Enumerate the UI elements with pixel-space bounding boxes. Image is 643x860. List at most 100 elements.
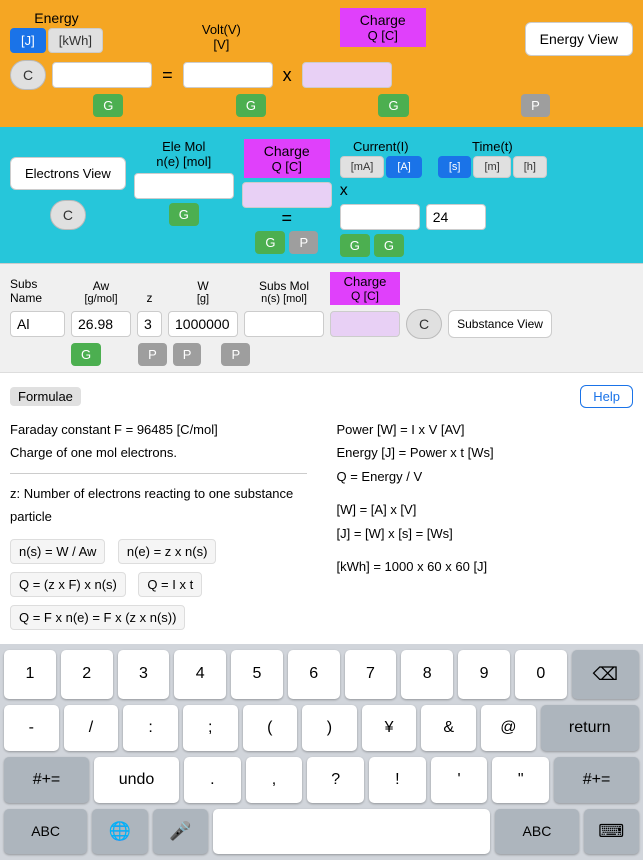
time-h-btn[interactable]: [h] — [513, 156, 547, 178]
subs-p2-button[interactable]: P — [173, 343, 202, 366]
subs-charge-input[interactable] — [330, 311, 400, 337]
keyboard-icon-button[interactable]: ⌨ — [584, 809, 639, 854]
subs-name-header: Subs Name — [10, 277, 42, 305]
current-ma-btn[interactable]: [mA] — [340, 156, 385, 178]
key-at[interactable]: @ — [481, 705, 536, 751]
electrons-view-button[interactable]: Electrons View — [10, 157, 126, 190]
time-input[interactable] — [426, 204, 486, 230]
charge-unit: Q [C] — [360, 28, 406, 43]
electrons-section: Electrons View C Ele Mol n(e) [mol] G Ch… — [0, 127, 643, 263]
energy-g2-button[interactable]: G — [236, 94, 266, 117]
formulae-section: Formulae Help Faraday constant F = 96485… — [0, 372, 643, 644]
subs-g-button[interactable]: G — [71, 343, 101, 366]
electrons-right-g2-button[interactable]: G — [374, 234, 404, 257]
right-formula4: [W] = [A] x [V] — [337, 498, 634, 521]
key-9[interactable]: 9 — [458, 650, 510, 699]
energy-view-button[interactable]: Energy View — [525, 22, 633, 56]
hash-plus-equal-left[interactable]: #+= — [4, 757, 89, 803]
current-input[interactable] — [340, 204, 420, 230]
key-undo[interactable]: undo — [94, 757, 179, 803]
electrons-charge-input[interactable] — [242, 182, 332, 208]
energy-g3-button[interactable]: G — [378, 94, 408, 117]
globe-button[interactable]: 🌐 — [92, 809, 147, 854]
key-4[interactable]: 4 — [174, 650, 226, 699]
subs-p3-button[interactable]: P — [221, 343, 250, 366]
hash-plus-equal-right[interactable]: #+= — [554, 757, 639, 803]
substance-c-button[interactable]: C — [406, 309, 442, 339]
charge-p-button[interactable]: P — [289, 231, 318, 254]
formulae-title: Formulae — [10, 387, 81, 406]
energy-input-3[interactable] — [302, 62, 392, 88]
substance-view-button[interactable]: Substance View — [448, 310, 552, 338]
help-button[interactable]: Help — [580, 385, 633, 408]
key-yen[interactable]: ¥ — [362, 705, 417, 751]
key-slash[interactable]: / — [64, 705, 119, 751]
electrons-right-g-button[interactable]: G — [340, 234, 370, 257]
formulae-right: Power [W] = I x V [AV] Energy [J] = Powe… — [317, 418, 634, 632]
volt-label: Volt(V) — [202, 22, 241, 37]
key-semicolon[interactable]: ; — [183, 705, 238, 751]
aw-header: Aw — [71, 279, 131, 293]
subs-name-input[interactable] — [10, 311, 65, 337]
key-exclaim[interactable]: ! — [369, 757, 426, 803]
space-bar[interactable] — [213, 809, 490, 854]
subs-mol-input[interactable] — [244, 311, 324, 337]
ele-mol-input[interactable] — [134, 173, 234, 199]
subs-mol-header: Subs Mol — [244, 279, 324, 293]
key-0[interactable]: 0 — [515, 650, 567, 699]
time-m-btn[interactable]: [m] — [473, 156, 510, 178]
return-key[interactable]: return — [541, 705, 639, 751]
key-minus[interactable]: - — [4, 705, 59, 751]
energy-g1-button[interactable]: G — [93, 94, 123, 117]
w-input[interactable] — [168, 311, 238, 337]
energy-c-button[interactable]: C — [10, 60, 46, 90]
unit-j-btn[interactable]: [J] — [10, 28, 46, 53]
ele-mol-label: Ele Mol — [162, 139, 205, 154]
key-ampersand[interactable]: & — [421, 705, 476, 751]
delete-key[interactable]: ⌫ — [572, 650, 639, 699]
key-6[interactable]: 6 — [288, 650, 340, 699]
subs-p1-button[interactable]: P — [138, 343, 167, 366]
current-label: Current(I) — [353, 139, 409, 154]
substance-section: Subs Name Aw [g/mol] z W [g] Subs Mol n(… — [0, 263, 643, 372]
right-formula3: Q = Energy / V — [337, 465, 634, 488]
key-8[interactable]: 8 — [401, 650, 453, 699]
formula4: Q = I x t — [138, 572, 202, 597]
electrons-eq-sign: = — [281, 208, 292, 229]
key-3[interactable]: 3 — [118, 650, 170, 699]
abc-right-button[interactable]: ABC — [495, 809, 578, 854]
ele-mol-g-button[interactable]: G — [169, 203, 199, 226]
energy-section: Energy [J] [kWh] Volt(V) [V] Charge Q [C… — [0, 0, 643, 127]
key-1[interactable]: 1 — [4, 650, 56, 699]
formulae-left: Faraday constant F = 96485 [C/mol] Charg… — [10, 418, 307, 632]
time-s-btn[interactable]: [s] — [438, 156, 472, 178]
energy-p-button[interactable]: P — [521, 94, 550, 117]
key-comma[interactable]: , — [246, 757, 303, 803]
z-description: z: Number of electrons reacting to one s… — [10, 482, 307, 529]
keyboard-row1: 1 2 3 4 5 6 7 8 9 0 ⌫ — [4, 650, 639, 699]
charge-g-button[interactable]: G — [255, 231, 285, 254]
subs-mol-unit-header: n(s) [mol] — [244, 293, 324, 305]
mic-button[interactable]: 🎤 — [153, 809, 208, 854]
z-input[interactable] — [137, 311, 162, 337]
electrons-charge-label: Charge — [264, 143, 310, 159]
volt-unit: [V] — [213, 37, 229, 52]
unit-kwh-btn[interactable]: [kWh] — [48, 28, 103, 53]
current-a-btn[interactable]: [A] — [386, 156, 421, 178]
key-question[interactable]: ? — [307, 757, 364, 803]
key-2[interactable]: 2 — [61, 650, 113, 699]
key-5[interactable]: 5 — [231, 650, 283, 699]
energy-input-1[interactable] — [52, 62, 152, 88]
key-open-paren[interactable]: ( — [243, 705, 298, 751]
key-period[interactable]: . — [184, 757, 241, 803]
energy-input-2[interactable] — [183, 62, 273, 88]
key-quote[interactable]: " — [492, 757, 549, 803]
key-apostrophe[interactable]: ' — [431, 757, 488, 803]
key-close-paren[interactable]: ) — [302, 705, 357, 751]
abc-left-button[interactable]: ABC — [4, 809, 87, 854]
electrons-charge-header: Charge Q [C] — [244, 139, 330, 178]
electrons-c-button[interactable]: C — [50, 200, 86, 230]
key-7[interactable]: 7 — [345, 650, 397, 699]
aw-input[interactable] — [71, 311, 131, 337]
key-colon[interactable]: : — [123, 705, 178, 751]
